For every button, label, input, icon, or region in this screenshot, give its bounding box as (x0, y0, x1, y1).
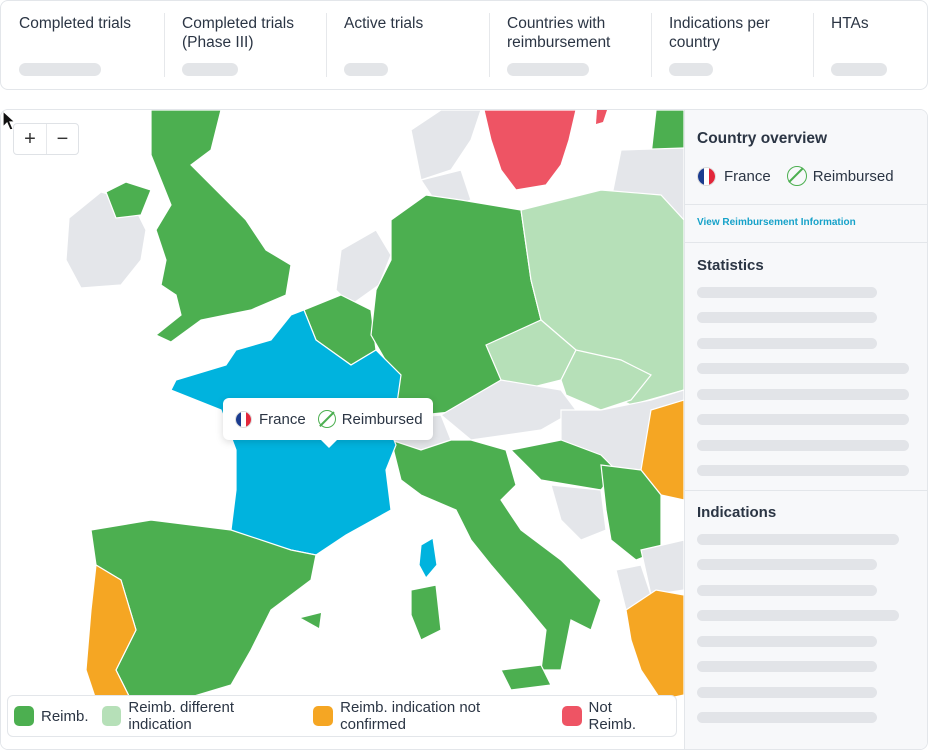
stat-label: Completed trials (19, 15, 131, 32)
skeleton-line (697, 440, 909, 451)
stat-label: Active trials (344, 15, 424, 32)
stat-label: Indications per country (669, 15, 770, 51)
stat-label: Completed trials (Phase III) (182, 15, 294, 51)
indications-heading: Indications (697, 504, 777, 521)
stat-value-placeholder (669, 63, 713, 76)
region-balearic[interactable] (301, 613, 321, 628)
stat-completed-trials[interactable]: Completed trials (1, 1, 164, 89)
reimbursed-icon (317, 410, 336, 428)
skeleton-line (697, 534, 899, 545)
reimbursed-icon (786, 166, 807, 186)
skeleton-line (697, 687, 877, 698)
tooltip-country: France (259, 410, 306, 428)
map-tooltip: France Reimbursed (223, 398, 433, 448)
country-summary: France Reimbursed (697, 166, 894, 186)
stat-completed-trials-phase-3[interactable]: Completed trials (Phase III) (164, 1, 326, 89)
legend-item-different-indication[interactable]: Reimb. different indication (101, 699, 301, 733)
region-sicily[interactable] (500, 664, 552, 691)
divider (685, 204, 927, 205)
country-overview-panel: Country overview France Reimbursed View … (684, 110, 927, 749)
skeleton-line (697, 585, 877, 596)
stat-countries-reimbursement[interactable]: Countries with reimbursement (489, 1, 651, 89)
skeleton-line (697, 338, 877, 349)
stat-indications-per-country[interactable]: Indications per country (651, 1, 813, 89)
france-flag-icon (697, 166, 716, 186)
mouse-cursor-icon (2, 110, 17, 131)
zoom-in-button[interactable]: + (14, 124, 46, 154)
skeleton-line (697, 712, 877, 723)
stats-bar: Completed trials Completed trials (Phase… (0, 0, 928, 90)
skeleton-line (697, 636, 877, 647)
region-sweden[interactable] (483, 110, 577, 191)
stat-value-placeholder (182, 63, 238, 76)
skeleton-line (697, 389, 909, 400)
divider (685, 490, 927, 491)
stat-value-placeholder (344, 63, 388, 76)
skeleton-line (697, 414, 909, 425)
divider (685, 242, 927, 243)
zoom-out-button[interactable]: − (46, 124, 78, 154)
skeleton-line (697, 465, 909, 476)
region-norway[interactable] (410, 110, 482, 181)
region-sardinia[interactable] (410, 584, 442, 641)
legend-item-reimbursed[interactable]: Reimb. (14, 706, 89, 726)
legend-swatch (313, 706, 334, 726)
legend-item-not-reimbursed[interactable]: Not Reimb. (561, 699, 663, 733)
skeleton-line (697, 287, 877, 298)
france-flag-icon (235, 410, 252, 428)
stat-label: HTAs (831, 15, 869, 32)
legend-label: Reimb. different indication (128, 699, 234, 733)
main-panel: + − France Reimbursed Reimb. Reimb. diff… (0, 109, 928, 750)
region-greece[interactable] (625, 589, 684, 701)
legend-label: Not Reimb. (588, 699, 637, 733)
map-legend: Reimb. Reimb. different indication Reimb… (7, 695, 677, 737)
skeleton-line (697, 363, 909, 374)
skeleton-line (697, 610, 899, 621)
region-corsica[interactable] (418, 537, 438, 580)
region-bosnia[interactable] (550, 484, 607, 541)
europe-map[interactable]: + − France Reimbursed Reimb. Reimb. diff… (1, 110, 684, 749)
stat-active-trials[interactable]: Active trials (326, 1, 489, 89)
panel-title: Country overview (697, 130, 828, 147)
legend-label: Reimb. (41, 707, 89, 725)
legend-swatch (14, 706, 34, 726)
country-name: France (724, 167, 771, 185)
skeleton-line (697, 559, 877, 570)
stat-value-placeholder (19, 63, 101, 76)
legend-swatch (101, 706, 122, 726)
stat-label: Countries with reimbursement (507, 15, 611, 51)
country-status: Reimbursed (812, 167, 894, 185)
view-reimbursement-link[interactable]: View Reimbursement Information (697, 217, 856, 228)
region-united-kingdom[interactable] (150, 110, 292, 343)
legend-swatch (561, 706, 582, 726)
legend-label: Reimb. indication not confirmed (340, 699, 481, 733)
legend-item-not-confirmed[interactable]: Reimb. indication not confirmed (313, 699, 548, 733)
skeleton-line (697, 312, 877, 323)
stat-htas[interactable]: HTAs (813, 1, 928, 89)
stat-value-placeholder (831, 63, 887, 76)
region-gotland[interactable] (596, 110, 607, 124)
tooltip-status: Reimbursed (341, 410, 423, 428)
statistics-heading: Statistics (697, 257, 764, 274)
skeleton-line (697, 661, 877, 672)
stat-value-placeholder (507, 63, 589, 76)
zoom-controls: + − (13, 123, 79, 155)
